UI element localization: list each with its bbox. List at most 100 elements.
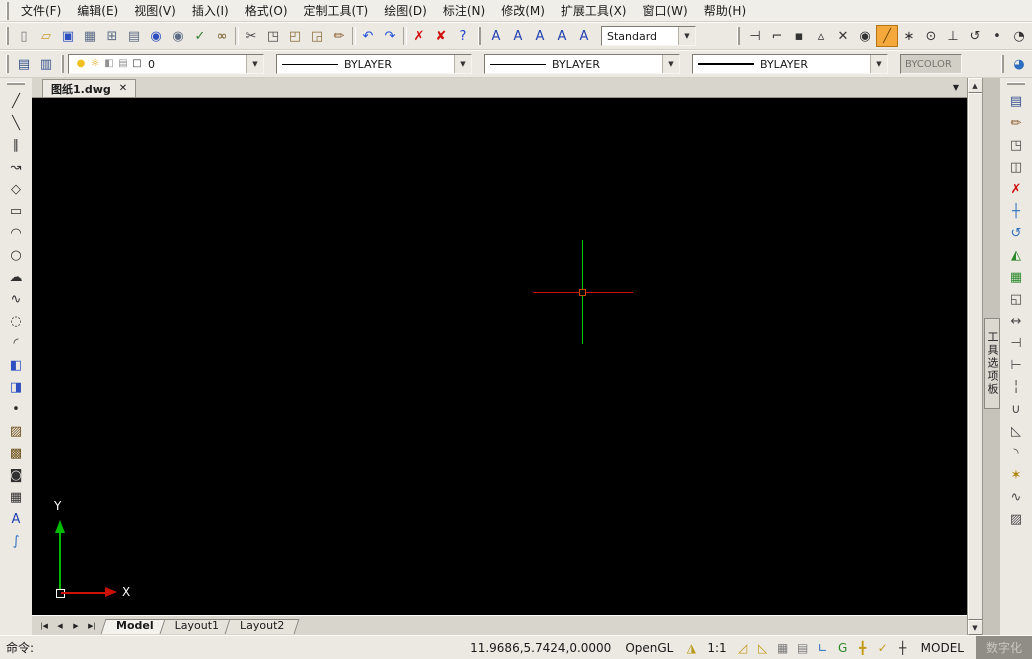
undo-icon[interactable]: ↶: [357, 25, 379, 47]
polygon-icon[interactable]: ◇: [5, 178, 27, 200]
properties-toolbar-grip[interactable]: [61, 55, 64, 73]
open-file-icon[interactable]: ▱: [35, 25, 57, 47]
save-icon[interactable]: ▣: [57, 25, 79, 47]
search-page-icon[interactable]: ◉: [167, 25, 189, 47]
scroll-up-icon[interactable]: ▲: [967, 78, 983, 93]
dtext-icon[interactable]: A: [485, 25, 507, 47]
snap-toggle-icon[interactable]: ◿: [733, 639, 753, 657]
scale-display[interactable]: 1:1: [707, 641, 726, 655]
menu-view[interactable]: 视图(V): [126, 2, 184, 19]
table-icon[interactable]: ▦: [5, 486, 27, 508]
layer-combo[interactable]: ● ☼ ◧ ▤ □ 0 ▼: [68, 54, 264, 74]
layer-freeze-icon[interactable]: ☼: [88, 56, 102, 72]
redo-icon[interactable]: ↷: [379, 25, 401, 47]
spline-icon[interactable]: ∿: [5, 288, 27, 310]
edit-polyline-icon[interactable]: ∿: [1005, 486, 1027, 508]
tab-list-dropdown-icon[interactable]: ▼: [948, 79, 964, 95]
move-icon[interactable]: ┼: [1005, 200, 1027, 222]
erase-icon[interactable]: ✗: [1005, 178, 1027, 200]
menu-edit[interactable]: 编辑(E): [69, 2, 126, 19]
menu-file[interactable]: 文件(F): [13, 2, 69, 19]
next-tab-button[interactable]: ▶: [68, 618, 84, 634]
snap-tangent-icon[interactable]: ↺: [964, 25, 986, 47]
copy-icon[interactable]: ◳: [262, 25, 284, 47]
ortho-toggle-icon[interactable]: ▦: [773, 639, 793, 657]
model-tab[interactable]: Model: [103, 618, 167, 634]
cut-icon[interactable]: ✂: [240, 25, 262, 47]
snap-node-icon[interactable]: •: [986, 25, 1008, 47]
drawing-tab[interactable]: 图纸1.dwg ✕: [42, 79, 137, 97]
menu-draw[interactable]: 绘图(D): [376, 2, 435, 19]
mtext-icon[interactable]: A: [507, 25, 529, 47]
snap-from-icon[interactable]: ⌐: [766, 25, 788, 47]
line-icon[interactable]: ╱: [5, 90, 27, 112]
coordinate-display[interactable]: 11.9686,5.7424,0.0000: [470, 641, 611, 655]
extra-toolbar-grip[interactable]: [1001, 55, 1004, 73]
construction-line-icon[interactable]: ╲: [5, 112, 27, 134]
color-combo[interactable]: BYLAYER ▼: [276, 54, 472, 74]
paste-special-icon[interactable]: ◲: [306, 25, 328, 47]
join-icon[interactable]: ∪: [1005, 398, 1027, 420]
menu-custom-tools[interactable]: 定制工具(T): [296, 2, 377, 19]
layout1-tab[interactable]: Layout1: [162, 618, 232, 634]
find-icon[interactable]: ◉: [145, 25, 167, 47]
first-tab-button[interactable]: |◀: [36, 618, 52, 634]
plot-icon[interactable]: ▦: [79, 25, 101, 47]
vertical-scrollbar[interactable]: ▲ ▼: [967, 78, 983, 635]
dyn-toggle-icon[interactable]: ✓: [873, 639, 893, 657]
snap-midpoint-icon[interactable]: ▵: [810, 25, 832, 47]
dropdown-arrow-icon[interactable]: ▼: [662, 55, 679, 73]
spell-check-icon[interactable]: ✓: [189, 25, 211, 47]
layer-properties-icon[interactable]: ▤: [13, 53, 35, 75]
polyline-icon[interactable]: ↝: [5, 156, 27, 178]
polar-toggle-icon[interactable]: ▤: [793, 639, 813, 657]
mtext-icon[interactable]: A: [5, 508, 27, 530]
match-properties-icon[interactable]: ✏: [328, 25, 350, 47]
temp-track-point-icon[interactable]: ⊣: [744, 25, 766, 47]
edit-text-icon[interactable]: A: [529, 25, 551, 47]
insert-block-icon[interactable]: ◧: [5, 354, 27, 376]
fillet-icon[interactable]: ◝: [1005, 442, 1027, 464]
binoculars-icon[interactable]: ∞: [211, 25, 233, 47]
menu-express-tools[interactable]: 扩展工具(X): [553, 2, 635, 19]
paste-icon[interactable]: ◰: [284, 25, 306, 47]
offset-icon[interactable]: ◫: [1005, 156, 1027, 178]
scrollbar-thumb[interactable]: [967, 93, 983, 620]
grid-toggle-icon[interactable]: ◺: [753, 639, 773, 657]
print-preview-icon[interactable]: ⊞: [101, 25, 123, 47]
graphics-triangle-icon[interactable]: ◮: [681, 639, 701, 657]
close-tab-icon[interactable]: ✕: [119, 83, 127, 94]
clean-screen-icon[interactable]: ◕: [1008, 53, 1030, 75]
layer-lock-icon[interactable]: ◧: [102, 56, 116, 72]
modify-toolbar-grip[interactable]: [1007, 82, 1025, 85]
dropdown-arrow-icon[interactable]: ▼: [454, 55, 471, 73]
ellipse-arc-icon[interactable]: ◜: [5, 332, 27, 354]
snap-settings-icon[interactable]: ◔: [1008, 25, 1030, 47]
publish-icon[interactable]: ▤: [123, 25, 145, 47]
layer-color-icon[interactable]: □: [130, 56, 144, 72]
drawing-canvas[interactable]: Y X: [32, 98, 967, 615]
match-properties-icon[interactable]: ✏: [1005, 112, 1027, 134]
cancel-icon[interactable]: ✗: [408, 25, 430, 47]
lineweight-toggle-icon[interactable]: ╋: [853, 639, 873, 657]
dropdown-arrow-icon[interactable]: ▼: [678, 27, 695, 45]
menubar-grip[interactable]: [6, 1, 9, 20]
menu-help[interactable]: 帮助(H): [696, 2, 754, 19]
make-block-icon[interactable]: ◨: [5, 376, 27, 398]
explode-icon[interactable]: ✶: [1005, 464, 1027, 486]
snap-center-icon[interactable]: ⊙: [920, 25, 942, 47]
menu-format[interactable]: 格式(O): [237, 2, 296, 19]
cancel-all-icon[interactable]: ✘: [430, 25, 452, 47]
ellipse-icon[interactable]: ◌: [5, 310, 27, 332]
fullscreen-icon[interactable]: ┼: [893, 639, 913, 657]
osnap-toolbar-grip[interactable]: [737, 27, 740, 45]
layer-plot-icon[interactable]: ▤: [116, 56, 130, 72]
scale-text-icon[interactable]: A: [573, 25, 595, 47]
new-file-icon[interactable]: ▯: [13, 25, 35, 47]
snap-perpendicular-icon[interactable]: ⊥: [942, 25, 964, 47]
mirror-icon[interactable]: ◭: [1005, 244, 1027, 266]
point-icon[interactable]: •: [5, 398, 27, 420]
layer-on-icon[interactable]: ●: [74, 56, 88, 72]
edit-hatch-icon[interactable]: ▨: [1005, 508, 1027, 530]
snap-nearest-icon[interactable]: ╱: [876, 25, 898, 47]
